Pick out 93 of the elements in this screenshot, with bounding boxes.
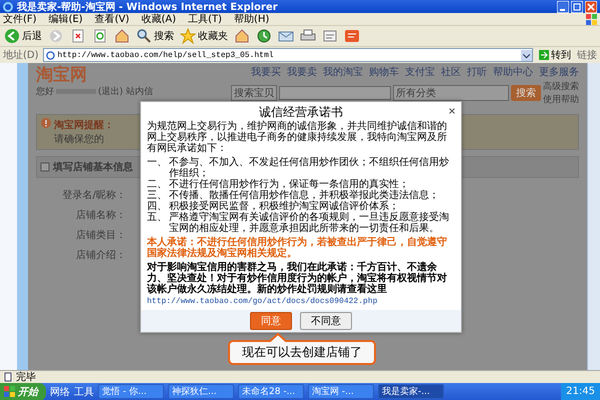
- home-button[interactable]: [114, 28, 130, 44]
- nav-link[interactable]: 我的淘宝: [323, 65, 363, 79]
- search-help-link[interactable]: 高级搜索: [543, 80, 579, 93]
- nav-link[interactable]: 我要卖: [287, 65, 317, 79]
- windows-logo-icon: [586, 14, 597, 24]
- form-label: 登录名/昵称：: [62, 189, 126, 202]
- page-icon: [3, 372, 13, 382]
- nav-link[interactable]: 打听: [467, 65, 487, 79]
- agree-button[interactable]: 同意: [250, 312, 292, 330]
- browser-icon: [3, 2, 13, 12]
- alert-icon: [41, 118, 51, 128]
- list-marker: 四、: [147, 201, 168, 212]
- toolbar-menu[interactable]: 工具: [74, 384, 94, 398]
- refresh-icon: [92, 28, 108, 44]
- pledge-item: 不传播、散播任何信用炒作信息，并积极举报此类违法信息；: [169, 190, 439, 201]
- page-icon: [46, 50, 55, 60]
- pledge-item: 积极接受网民监督，积极维护淘宝网诚信评价体系；: [169, 201, 399, 212]
- pledge-item: 严格遵守淘宝网有关诚信评价的各项规则，一旦违反愿意接受淘宝网的相应处理，并愿意承担因此所带来的一切责任和后果。: [169, 212, 450, 234]
- search-button[interactable]: 搜索: [136, 28, 174, 44]
- clock: 21:45: [566, 386, 595, 397]
- stop-icon: [70, 28, 86, 44]
- clock-icon: [256, 28, 272, 44]
- warning-text: 对于影响淘宝信用的害群之马，我们在此承诺：千方百计、不遗余力、坚决查处！对于有炒作信用度行为的帐户，淘宝将有权视情节对该帐户做永久冻结处理。新的炒作处罚规则请查看这里 http://www.taobao.com/go/act/docs/docs090422.php: [147, 262, 448, 307]
- form-label: 店铺类目：: [76, 228, 126, 242]
- list-marker: 一、: [147, 157, 168, 170]
- category-select[interactable]: 所有分类: [393, 85, 509, 101]
- blog-icon: [344, 28, 360, 44]
- maximize-icon[interactable]: [571, 0, 583, 12]
- document-icon: [322, 28, 338, 44]
- links-button[interactable]: 链接: [577, 48, 597, 62]
- menu-item[interactable]: 工具(T): [188, 12, 222, 26]
- favorites-button[interactable]: 收藏夹: [180, 28, 228, 44]
- window-title: 我是卖家-帮助-淘宝网 - Windows Internet Explorer: [17, 0, 278, 14]
- pledge-item: 不参与、不加入、不发起任何信用炒作团伙；不组织任何信用炒作组织；: [169, 157, 450, 179]
- logout-link[interactable]: (退出) 站内信: [98, 85, 153, 98]
- menu-item[interactable]: 收藏(A): [141, 12, 176, 26]
- search-field[interactable]: [279, 86, 391, 100]
- star-icon: [180, 28, 196, 44]
- history-button[interactable]: [256, 28, 272, 44]
- nav-link[interactable]: 支付宝: [405, 65, 435, 79]
- list-marker: 三、: [147, 190, 168, 201]
- section-title: 填写店铺基本信息: [53, 160, 133, 174]
- pledge-item: 不进行任何信用炒作行为，保证每一条信用的真实性；: [169, 179, 409, 190]
- back-button[interactable]: 后退: [4, 28, 42, 44]
- search-icon: [136, 28, 152, 44]
- menu-item[interactable]: 编辑(E): [48, 12, 83, 26]
- nav-link[interactable]: 更多服务: [539, 65, 579, 79]
- go-button[interactable]: 转到: [537, 48, 573, 62]
- taskbar-button[interactable]: 我是卖家-...: [378, 384, 444, 399]
- list-marker: 二、: [147, 179, 168, 190]
- address-field[interactable]: http://www.taobao.com/help/sell_step3_05.html: [42, 48, 533, 62]
- close-icon[interactable]: [448, 107, 456, 115]
- pledge-text: 本人承诺：不进行任何信用炒作行为，若被查出严于律己，自觉遵守国家法律法规及淘宝网相关规定。: [147, 237, 448, 259]
- house-icon: [114, 28, 130, 44]
- menu-item[interactable]: 查看(V): [94, 12, 130, 26]
- nav-link[interactable]: 购物车: [369, 65, 399, 79]
- start-button[interactable]: 开始: [0, 382, 46, 400]
- scrollbar[interactable]: [587, 63, 600, 370]
- greeting-text: 您好: [36, 86, 54, 98]
- go-arrow-icon: [539, 50, 549, 60]
- taskbar-button[interactable]: 神探狄仁...: [168, 384, 234, 399]
- blog-button[interactable]: [344, 28, 360, 44]
- search-button[interactable]: 搜索: [511, 85, 541, 101]
- taskbar-button[interactable]: 觉悟 - 你...: [98, 384, 164, 399]
- edit-button[interactable]: [322, 28, 338, 44]
- notice-text: 请确保您的: [54, 132, 105, 146]
- toolbar-menu[interactable]: 网络: [50, 384, 70, 398]
- intro-text: 为规范网上交易行为，维护网商的诚信形象，并共同维护诚信和谐的网上交易秩序，以推进电子商务的健康持续发展，我特向淘宝网及所有网民承诺如下：: [147, 121, 448, 154]
- menu-item[interactable]: 帮助(H): [234, 12, 270, 26]
- dialog-title: 诚信经营承诺书: [258, 105, 344, 119]
- stop-button[interactable]: [70, 28, 86, 44]
- rules-link[interactable]: http://www.taobao.com/go/act/docs/docs090422.php: [147, 297, 378, 306]
- home-button[interactable]: [234, 28, 250, 44]
- minimize-icon[interactable]: [557, 0, 569, 12]
- callout-tooltip: 现在可以去创建店铺了: [228, 333, 376, 365]
- disagree-button[interactable]: 不同意: [300, 312, 352, 330]
- refresh-button[interactable]: [92, 28, 108, 44]
- status-text: 完毕: [16, 370, 36, 384]
- house-icon: [234, 28, 250, 44]
- address-label: 地址(D): [3, 48, 39, 62]
- form-label: 店铺介绍：: [76, 248, 126, 262]
- taskbar-button[interactable]: 淘宝网 -...: [308, 384, 374, 399]
- notice-label: 淘宝网提醒：: [54, 118, 114, 132]
- list-marker: 五、: [147, 212, 168, 225]
- windows-logo-icon: [4, 386, 15, 397]
- nav-link[interactable]: 社区: [441, 65, 461, 79]
- nav-link[interactable]: 帮助中心: [493, 65, 533, 79]
- search-help-link[interactable]: 使用帮助: [543, 93, 579, 106]
- taskbar-button[interactable]: 未命名28 -...: [238, 384, 304, 399]
- form-label: 店铺名称：: [76, 208, 126, 222]
- nav-link[interactable]: 我要买: [251, 65, 281, 79]
- menu-item[interactable]: 文件(F): [3, 12, 37, 26]
- search-type-select[interactable]: 搜索宝贝: [231, 85, 277, 101]
